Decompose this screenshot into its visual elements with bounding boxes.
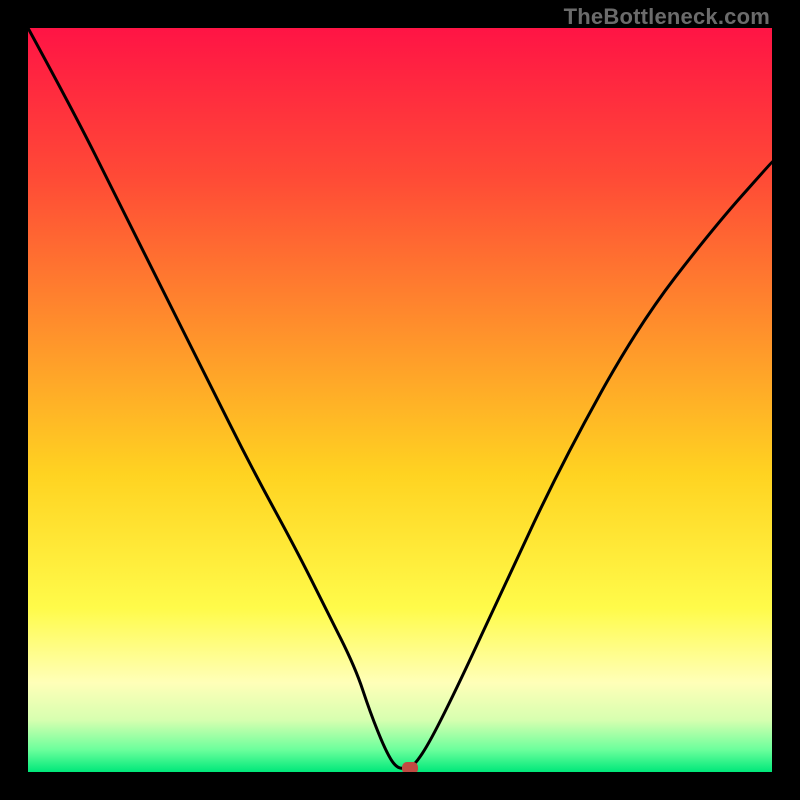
plot-area: [28, 28, 772, 772]
bottleneck-curve: [28, 28, 772, 768]
chart-frame: TheBottleneck.com: [0, 0, 800, 800]
optimal-point-marker: [402, 762, 418, 772]
curve-layer: [28, 28, 772, 772]
watermark-text: TheBottleneck.com: [564, 4, 770, 30]
